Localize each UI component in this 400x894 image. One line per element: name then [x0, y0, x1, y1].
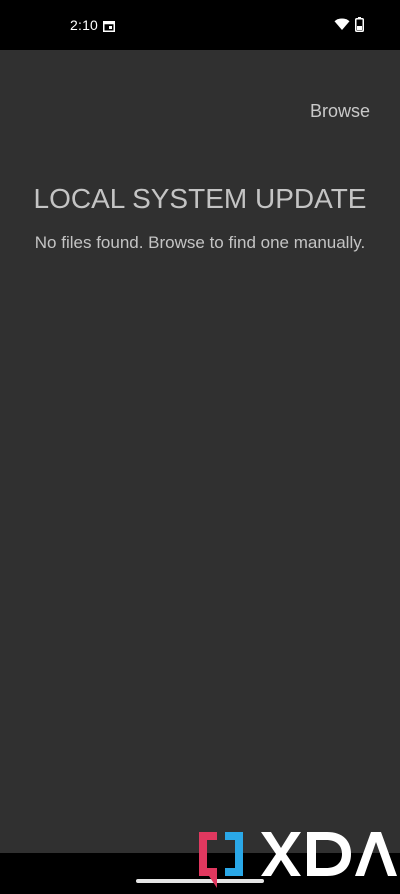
browse-button[interactable]: Browse: [310, 101, 370, 122]
calendar-icon: [103, 19, 115, 37]
empty-message: No files found. Browse to find one manua…: [34, 233, 366, 252]
wifi-icon: [334, 17, 350, 36]
page-title: LOCAL SYSTEM UPDATE: [33, 183, 367, 214]
local-update-screen: Browse LOCAL SYSTEM UPDATE No files foun…: [0, 50, 400, 853]
status-bar: 2:10: [0, 0, 400, 50]
status-time: 2:10: [70, 17, 99, 33]
battery-icon: [355, 17, 364, 37]
xda-watermark-logo: [195, 826, 400, 889]
